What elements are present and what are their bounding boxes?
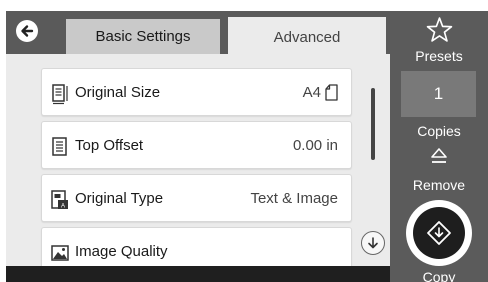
setting-original-type[interactable]: A Original Type Text & Image — [41, 174, 352, 222]
setting-label: Image Quality — [75, 242, 168, 260]
side-panel: Presets 1 Copies Remove Copy — [390, 11, 488, 282]
tab-advanced-label: Advanced — [273, 28, 341, 46]
arrow-down-icon — [368, 237, 378, 249]
scroll-down-button[interactable] — [361, 231, 385, 255]
presets-button[interactable]: Presets — [390, 11, 488, 67]
original-size-icon — [52, 84, 68, 105]
setting-label: Original Type — [75, 189, 164, 207]
remove-label: Remove — [412, 177, 466, 193]
tab-basic-settings-label: Basic Settings — [95, 28, 191, 45]
tab-basic-settings[interactable]: Basic Settings — [66, 19, 220, 54]
remove-button[interactable]: Remove — [390, 143, 488, 195]
copy-button-face — [413, 207, 465, 259]
setting-label: Original Size — [75, 83, 161, 101]
copy-start-button[interactable] — [406, 200, 472, 266]
setting-value: Text & Image — [250, 189, 338, 207]
bottom-status-strip — [6, 266, 390, 282]
start-diamond-icon — [427, 221, 451, 245]
tab-advanced[interactable]: Advanced — [228, 17, 386, 57]
portrait-orientation-icon — [325, 84, 338, 101]
setting-value: 0.00 in — [292, 136, 338, 154]
printer-screen: Basic Settings Advanced Original Size A4… — [0, 0, 488, 282]
svg-text:A: A — [61, 204, 65, 210]
setting-label: Top Offset — [75, 136, 144, 154]
setting-original-size[interactable]: Original Size A4 — [41, 68, 352, 116]
image-quality-icon — [51, 245, 69, 261]
presets-label: Presets — [415, 48, 463, 64]
copies-input[interactable]: 1 — [401, 71, 476, 117]
back-arrow-icon — [21, 25, 34, 37]
setting-value: A4 — [302, 83, 321, 101]
original-type-icon: A — [51, 190, 68, 210]
scrollbar-thumb[interactable] — [371, 88, 375, 160]
star-icon — [426, 17, 453, 42]
back-button[interactable] — [16, 20, 38, 42]
copies-label: Copies — [417, 123, 461, 139]
copies-value: 1 — [433, 84, 444, 103]
remove-original-icon — [431, 148, 447, 163]
top-offset-icon — [52, 137, 67, 156]
copy-label: Copy — [422, 269, 456, 282]
setting-top-offset[interactable]: Top Offset 0.00 in — [41, 121, 352, 169]
